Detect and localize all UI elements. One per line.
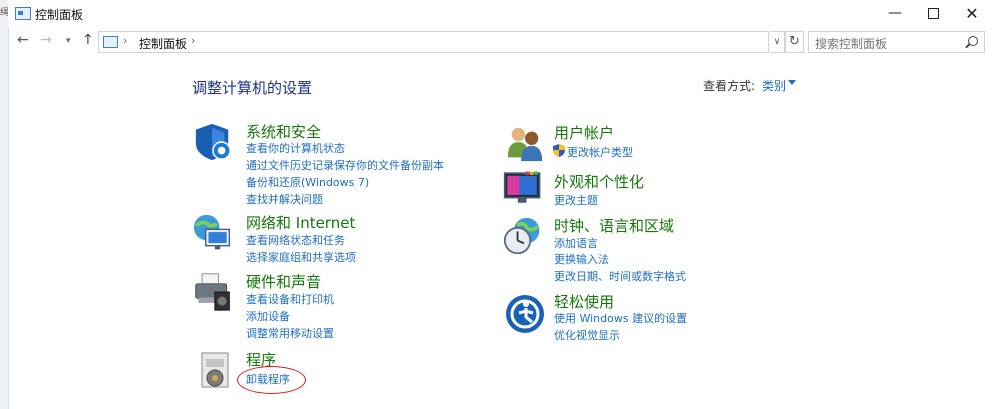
link-mobility-settings[interactable]: 调整常用移动设置 (246, 325, 334, 341)
category-title-network-internet[interactable]: 网络和 Internet (246, 212, 355, 233)
category-title-hardware-sound[interactable]: 硬件和声音 (246, 271, 321, 292)
title-bar[interactable]: 控制面板 — ✕ (8, 0, 1000, 27)
address-dropdown-button[interactable]: ∨ (770, 31, 785, 53)
display-icon[interactable] (503, 168, 543, 208)
view-by-dropdown[interactable]: 类别 (762, 77, 786, 94)
maximize-icon (927, 7, 939, 19)
address-control-panel-icon (103, 36, 118, 48)
link-view-computer-status[interactable]: 查看你的计算机状态 (246, 140, 345, 156)
minimize-button[interactable]: — (876, 0, 914, 27)
close-button[interactable]: ✕ (953, 0, 991, 27)
link-add-language[interactable]: 添加语言 (554, 235, 598, 251)
category-title-appearance[interactable]: 外观和个性化 (554, 171, 644, 192)
maximize-button[interactable] (914, 0, 952, 27)
close-icon: ✕ (965, 4, 979, 23)
link-file-history[interactable]: 通过文件历史记录保存你的文件备份副本 (246, 157, 444, 173)
search-placeholder: 搜索控制面板 (815, 37, 888, 51)
link-troubleshoot[interactable]: 查找并解决问题 (246, 191, 323, 207)
link-optimize-visual-display[interactable]: 优化视觉显示 (554, 327, 620, 343)
category-title-user-accounts[interactable]: 用户帐户 (554, 122, 614, 143)
link-network-status[interactable]: 查看网络状态和任务 (246, 232, 345, 248)
up-arrow-icon[interactable]: ↑ (82, 32, 94, 48)
background-window-edge: 绳 (0, 0, 9, 409)
network-globe-icon[interactable] (193, 213, 233, 253)
accessibility-icon[interactable] (505, 294, 545, 334)
search-input[interactable]: 搜索控制面板 (808, 31, 985, 53)
minimize-icon: — (888, 5, 902, 21)
category-title-system-security[interactable]: 系统和安全 (246, 121, 321, 142)
link-change-input-method[interactable]: 更换输入法 (554, 251, 609, 267)
chevron-down-icon: ∨ (773, 37, 781, 47)
link-homegroup-sharing[interactable]: 选择家庭组和共享选项 (246, 249, 356, 265)
address-bar[interactable]: › 控制面板 › (98, 31, 769, 53)
control-panel-icon (15, 7, 31, 20)
breadcrumb-separator-icon[interactable]: › (123, 34, 127, 47)
view-by-arrow-icon[interactable] (788, 80, 796, 85)
link-windows-recommended-settings[interactable]: 使用 Windows 建议的设置 (554, 310, 687, 326)
navigation-bar: ← → ▾ ↑ › 控制面板 › ∨ ↻ 搜索控制面板 (8, 27, 1000, 57)
forward-arrow-icon[interactable]: → (40, 32, 52, 48)
link-backup-restore[interactable]: 备份和还原(Windows 7) (246, 174, 369, 190)
breadcrumb-control-panel[interactable]: 控制面板 (139, 35, 187, 52)
red-highlight-ellipse (237, 366, 306, 394)
control-panel-window: 绳 控制面板 — ✕ ← → ▾ ↑ › 控制面板 › ∨ ↻ 搜索控制面板 调… (0, 0, 1000, 409)
link-change-date-time-format[interactable]: 更改日期、时间或数字格式 (554, 268, 686, 284)
refresh-button[interactable]: ↻ (785, 31, 804, 53)
category-title-ease-of-access[interactable]: 轻松使用 (554, 291, 614, 312)
printer-icon[interactable] (193, 272, 233, 312)
search-icon[interactable] (968, 36, 978, 46)
uac-shield-icon (553, 144, 565, 157)
refresh-icon: ↻ (789, 34, 800, 49)
clock-globe-icon[interactable] (503, 216, 543, 256)
window-title: 控制面板 (35, 8, 84, 22)
users-icon[interactable] (505, 124, 545, 164)
link-change-account-type[interactable]: 更改帐户类型 (567, 144, 633, 160)
link-devices-printers[interactable]: 查看设备和打印机 (246, 291, 334, 307)
recent-locations-chevron-icon[interactable]: ▾ (66, 36, 71, 46)
page-title: 调整计算机的设置 (192, 79, 313, 97)
link-add-device[interactable]: 添加设备 (246, 308, 290, 324)
view-by-label: 查看方式: (703, 79, 756, 93)
breadcrumb-separator-icon[interactable]: › (191, 34, 195, 47)
category-title-clock-language-region[interactable]: 时钟、语言和区域 (554, 215, 674, 236)
link-change-theme[interactable]: 更改主题 (554, 192, 598, 208)
shield-icon[interactable] (193, 122, 233, 162)
back-arrow-icon[interactable]: ← (17, 32, 29, 48)
programs-icon[interactable] (196, 351, 236, 391)
